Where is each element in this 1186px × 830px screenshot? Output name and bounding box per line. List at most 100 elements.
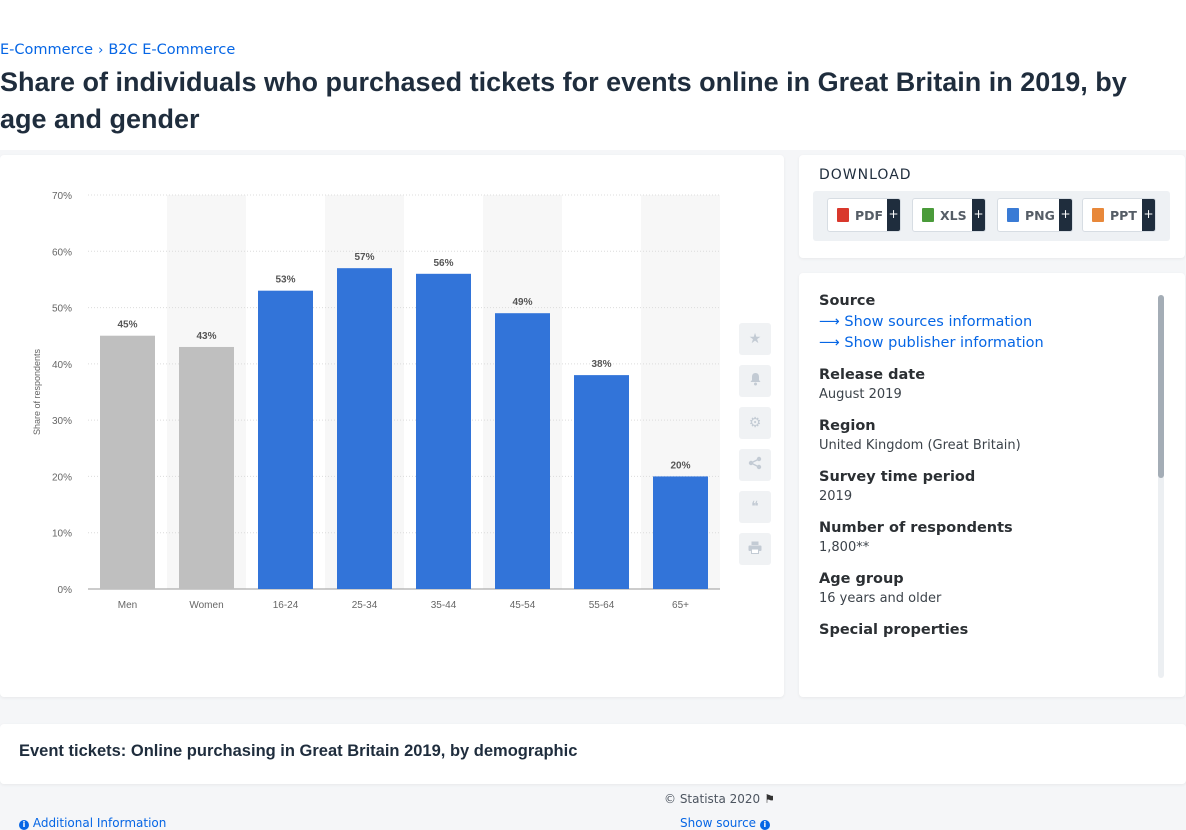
scrollbar-thumb[interactable]	[1158, 295, 1164, 478]
y-tick-label: 70%	[52, 191, 72, 202]
release-date-block: Release date August 2019	[819, 367, 1149, 402]
show-source-link[interactable]: Show source i	[680, 816, 770, 830]
data-label: 20%	[670, 460, 690, 471]
plus-icon: +	[972, 199, 985, 231]
release-date-label: Release date	[819, 367, 926, 383]
details-scrollbar[interactable]	[1158, 295, 1164, 678]
print-icon	[748, 541, 762, 558]
share-button[interactable]	[739, 449, 771, 481]
star-icon: ★	[748, 331, 762, 347]
data-label: 38%	[591, 359, 611, 370]
special-properties-block: Special properties	[819, 622, 1149, 638]
data-label: 56%	[433, 258, 453, 269]
region-block: Region United Kingdom (Great Britain)	[819, 418, 1149, 453]
respondents-block: Number of respondents 1,800**	[819, 520, 1149, 555]
data-label: 49%	[512, 297, 532, 308]
print-button[interactable]	[739, 533, 771, 565]
data-label: 45%	[117, 320, 137, 331]
download-card: DOWNLOAD PDF + XLS + PNG + PPT +	[799, 155, 1185, 258]
download-xls-button[interactable]: XLS +	[912, 198, 986, 232]
x-tick-label: 65+	[672, 600, 689, 611]
bar-25-34	[337, 268, 392, 589]
source-block: Source ⟶ Show sources information ⟶ Show…	[819, 293, 1149, 351]
settings-button[interactable]: ⚙	[739, 407, 771, 439]
download-ppt-button[interactable]: PPT +	[1082, 198, 1156, 232]
bar-35-44	[416, 273, 471, 589]
bar-Men	[100, 335, 155, 589]
age-group-label: Age group	[819, 571, 904, 587]
gear-icon: ⚙	[748, 415, 762, 431]
survey-period-label: Survey time period	[819, 469, 976, 485]
age-group-value: 16 years and older	[819, 591, 942, 606]
pdf-file-icon	[837, 208, 849, 222]
region-label: Region	[819, 418, 876, 434]
favorite-button[interactable]: ★	[739, 323, 771, 355]
download-title: DOWNLOAD	[819, 167, 912, 183]
y-tick-label: 50%	[52, 304, 72, 315]
data-label: 43%	[196, 331, 216, 342]
quote-icon: ❝	[751, 499, 759, 515]
bar-45-54	[495, 313, 550, 589]
png-file-icon	[1007, 208, 1019, 222]
survey-period-block: Survey time period 2019	[819, 469, 1149, 504]
respondents-label: Number of respondents	[819, 520, 1013, 536]
release-date-value: August 2019	[819, 387, 902, 402]
copyright-text: © Statista 2020	[664, 792, 761, 806]
show-publisher-link[interactable]: ⟶ Show publisher information	[819, 335, 1149, 351]
arrow-right-icon: ⟶	[819, 335, 845, 351]
bell-icon	[749, 372, 762, 390]
download-pdf-label: PDF	[855, 207, 884, 223]
x-tick-label: Men	[118, 600, 137, 611]
y-tick-label: 0%	[58, 585, 73, 596]
y-tick-label: 40%	[52, 360, 72, 371]
copyright: © Statista 2020 ⚑	[664, 792, 775, 806]
bar-16-24	[258, 290, 313, 589]
breadcrumb-link-ecommerce[interactable]: E-Commerce	[0, 42, 93, 58]
show-source-label: Show source	[680, 816, 757, 830]
special-properties-label: Special properties	[819, 622, 969, 638]
data-label: 57%	[354, 252, 374, 263]
plus-icon: +	[1142, 199, 1155, 231]
x-tick-label: Women	[189, 600, 223, 611]
x-tick-label: 25-34	[352, 600, 378, 611]
y-tick-label: 10%	[52, 529, 72, 540]
flag-icon[interactable]: ⚑	[764, 792, 775, 806]
download-options: PDF + XLS + PNG + PPT +	[813, 191, 1170, 241]
page-title: Share of individuals who purchased ticke…	[0, 67, 1127, 134]
notification-button[interactable]	[739, 365, 771, 397]
x-tick-label: 35-44	[431, 600, 457, 611]
show-sources-label: Show sources information	[844, 314, 1033, 330]
show-sources-link[interactable]: ⟶ Show sources information	[819, 314, 1149, 330]
download-xls-label: XLS	[940, 207, 967, 223]
x-tick-label: 45-54	[510, 600, 536, 611]
bar-chart: 0% 10% 20% 30% 40% 50% 60% 70% Share of responde…	[32, 191, 720, 611]
x-tick-label: 55-64	[589, 600, 615, 611]
survey-period-value: 2019	[819, 489, 853, 504]
bar-55-64	[574, 375, 629, 589]
arrow-right-icon: ⟶	[819, 314, 845, 330]
breadcrumb-separator: ›	[98, 43, 104, 58]
download-pdf-button[interactable]: PDF +	[827, 198, 901, 232]
statistic-details-card: Source ⟶ Show sources information ⟶ Show…	[799, 273, 1185, 697]
ppt-file-icon	[1092, 208, 1104, 222]
y-tick-label: 30%	[52, 416, 72, 427]
y-tick-label: 20%	[52, 472, 72, 483]
related-title: Event tickets: Online purchasing in Grea…	[19, 742, 578, 760]
bar-Women	[179, 346, 234, 589]
show-publisher-label: Show publisher information	[844, 335, 1044, 351]
chart-tools: ★ ⚙ ❝	[739, 323, 771, 575]
source-label: Source	[819, 293, 876, 309]
download-ppt-label: PPT	[1110, 207, 1137, 223]
additional-information-label: Additional Information	[32, 816, 167, 830]
info-icon: i	[19, 820, 29, 830]
download-png-button[interactable]: PNG +	[997, 198, 1073, 232]
respondents-value: 1,800**	[819, 540, 870, 555]
additional-information-link[interactable]: i Additional Information	[19, 816, 166, 830]
citation-button[interactable]: ❝	[739, 491, 771, 523]
x-tick-label: 16-24	[273, 600, 299, 611]
plus-icon: +	[1059, 199, 1072, 231]
breadcrumb-link-b2c-ecommerce[interactable]: B2C E-Commerce	[108, 42, 235, 58]
age-group-block: Age group 16 years and older	[819, 571, 1149, 606]
download-png-label: PNG	[1025, 207, 1055, 223]
details-scroll-area[interactable]: Source ⟶ Show sources information ⟶ Show…	[819, 293, 1149, 689]
